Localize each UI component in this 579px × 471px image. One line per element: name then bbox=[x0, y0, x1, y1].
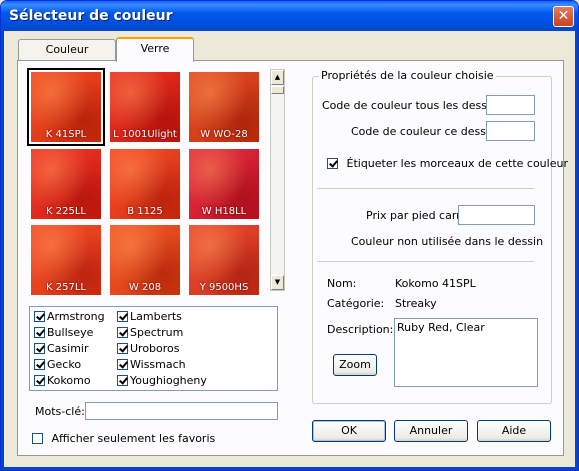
scroll-down-button[interactable]: ▼ bbox=[271, 275, 284, 290]
manufacturer-item[interactable]: Gecko bbox=[34, 358, 81, 374]
manufacturer-label: Youghiogheny bbox=[130, 374, 207, 387]
code-this-drawing-input[interactable] bbox=[486, 121, 535, 141]
manufacturer-item[interactable]: Youghiogheny bbox=[117, 374, 207, 390]
manufacturer-label: Wissmach bbox=[130, 358, 186, 371]
checkbox[interactable] bbox=[32, 433, 43, 444]
favorites-only-checkbox[interactable]: Afficher seulement les favoris bbox=[32, 432, 215, 448]
manufacturer-label: Lamberts bbox=[130, 310, 182, 323]
checkbox[interactable] bbox=[117, 311, 128, 322]
tab-glass[interactable]: Verre bbox=[116, 37, 194, 62]
arrow-down-icon: ▼ bbox=[274, 278, 281, 286]
checkbox[interactable] bbox=[117, 375, 128, 386]
code-this-drawing-label: Code de couleur ce dessin: bbox=[351, 125, 500, 138]
manufacturer-list[interactable]: Armstrong Bullseye Casimir Gecko Kokomo … bbox=[29, 306, 278, 391]
swatch-code: B 1125 bbox=[127, 206, 163, 217]
cancel-button[interactable]: Annuler bbox=[394, 420, 468, 442]
manufacturer-item[interactable]: Uroboros bbox=[117, 342, 180, 358]
separator bbox=[317, 261, 534, 262]
separator bbox=[317, 188, 534, 189]
manufacturer-item[interactable]: Bullseye bbox=[34, 326, 93, 342]
properties-group-title: Propriétés de la couleur choisie bbox=[319, 69, 496, 82]
swatch[interactable]: W H18LL bbox=[189, 149, 259, 219]
manufacturer-label: Kokomo bbox=[47, 374, 91, 387]
checkbox[interactable] bbox=[34, 359, 45, 370]
swatch-code: K 257LL bbox=[46, 282, 86, 293]
manufacturer-item[interactable]: Spectrum bbox=[117, 326, 183, 342]
manufacturer-label: Armstrong bbox=[47, 310, 105, 323]
checkbox[interactable] bbox=[327, 158, 338, 169]
manufacturer-item[interactable]: Kokomo bbox=[34, 374, 91, 390]
swatch[interactable]: Y 9500HS bbox=[189, 225, 259, 295]
swatch-code: W WO-28 bbox=[200, 129, 248, 140]
swatch-code: W 208 bbox=[128, 282, 162, 293]
swatch-code: K 225LL bbox=[46, 206, 86, 217]
swatch[interactable]: W 208 bbox=[110, 225, 180, 295]
close-button[interactable]: ✕ bbox=[553, 6, 574, 27]
window-title: Sélecteur de couleur bbox=[9, 8, 173, 24]
manufacturer-item[interactable]: Lamberts bbox=[117, 310, 182, 326]
checkbox[interactable] bbox=[34, 311, 45, 322]
price-input[interactable] bbox=[458, 205, 535, 225]
checkbox[interactable] bbox=[117, 343, 128, 354]
help-button[interactable]: Aide bbox=[477, 420, 551, 442]
ok-button[interactable]: OK bbox=[312, 420, 386, 442]
checkbox[interactable] bbox=[117, 327, 128, 338]
swatch[interactable]: K 257LL bbox=[31, 225, 101, 295]
name-value: Kokomo 41SPL bbox=[395, 277, 476, 290]
tab-label: Verre bbox=[140, 42, 170, 55]
window-border-bottom bbox=[1, 467, 578, 470]
manufacturer-item[interactable]: Armstrong bbox=[34, 310, 105, 326]
description-label: Description: bbox=[327, 323, 394, 336]
manufacturer-label: Gecko bbox=[47, 358, 82, 371]
tab-textured-color[interactable]: Couleur texturée bbox=[18, 39, 116, 76]
code-all-drawings-input[interactable] bbox=[486, 95, 535, 115]
manufacturer-label: Uroboros bbox=[130, 342, 180, 355]
keywords-input[interactable] bbox=[85, 402, 278, 420]
keywords-label: Mots-clé: bbox=[35, 405, 85, 418]
swatch-code: W H18LL bbox=[201, 206, 247, 217]
favorites-only-label: Afficher seulement les favoris bbox=[51, 432, 216, 445]
checkbox[interactable] bbox=[34, 375, 45, 386]
scroll-up-button[interactable]: ▲ bbox=[271, 70, 284, 85]
window-border-right bbox=[575, 31, 578, 470]
label-pieces-label: Étiqueter les morceaux de cette couleur bbox=[346, 157, 568, 170]
swatch-code: K 41SPL bbox=[45, 129, 87, 140]
swatch[interactable]: K 225LL bbox=[31, 149, 101, 219]
code-all-drawings-label: Code de couleur tous les dessins: bbox=[322, 99, 507, 112]
scroll-thumb[interactable] bbox=[271, 86, 284, 94]
title-bar[interactable]: Sélecteur de couleur ✕ bbox=[1, 1, 578, 31]
label-pieces-checkbox[interactable]: Étiqueter les morceaux de cette couleur bbox=[327, 157, 568, 173]
swatch-scrollbar[interactable]: ▲ ▼ bbox=[270, 69, 285, 291]
swatch-code: Y 9500HS bbox=[199, 282, 249, 293]
swatch[interactable]: L 1001Ulight bbox=[110, 72, 180, 142]
category-value: Streaky bbox=[395, 297, 437, 310]
name-label: Nom: bbox=[327, 277, 357, 290]
zoom-button[interactable]: Zoom bbox=[333, 354, 377, 376]
swatch[interactable]: W WO-28 bbox=[189, 72, 259, 142]
checkbox[interactable] bbox=[34, 327, 45, 338]
arrow-up-icon: ▲ bbox=[274, 73, 281, 81]
manufacturer-label: Casimir bbox=[47, 342, 89, 355]
manufacturer-item[interactable]: Wissmach bbox=[117, 358, 186, 374]
manufacturer-item[interactable]: Casimir bbox=[34, 342, 89, 358]
manufacturer-label: Spectrum bbox=[130, 326, 184, 339]
manufacturer-label: Bullseye bbox=[47, 326, 94, 339]
swatch-code: L 1001Ulight bbox=[113, 129, 177, 140]
checkbox[interactable] bbox=[117, 359, 128, 370]
checkbox[interactable] bbox=[34, 343, 45, 354]
swatch-grid: K 41SPL L 1001Ulight W WO-28 K 225LL B 1… bbox=[27, 68, 277, 295]
price-label: Prix par pied carré: bbox=[366, 209, 471, 222]
window-border-left bbox=[1, 31, 4, 470]
color-picker-dialog: Sélecteur de couleur ✕ Couleur texturée … bbox=[0, 0, 579, 471]
close-icon: ✕ bbox=[557, 8, 570, 24]
unused-note: Couleur non utilisée dans le dessin bbox=[351, 235, 544, 248]
description-textarea[interactable]: Ruby Red, Clear bbox=[394, 318, 538, 387]
swatch[interactable]: B 1125 bbox=[110, 149, 180, 219]
category-label: Catégorie: bbox=[327, 297, 385, 310]
swatch[interactable]: K 41SPL bbox=[27, 68, 105, 146]
